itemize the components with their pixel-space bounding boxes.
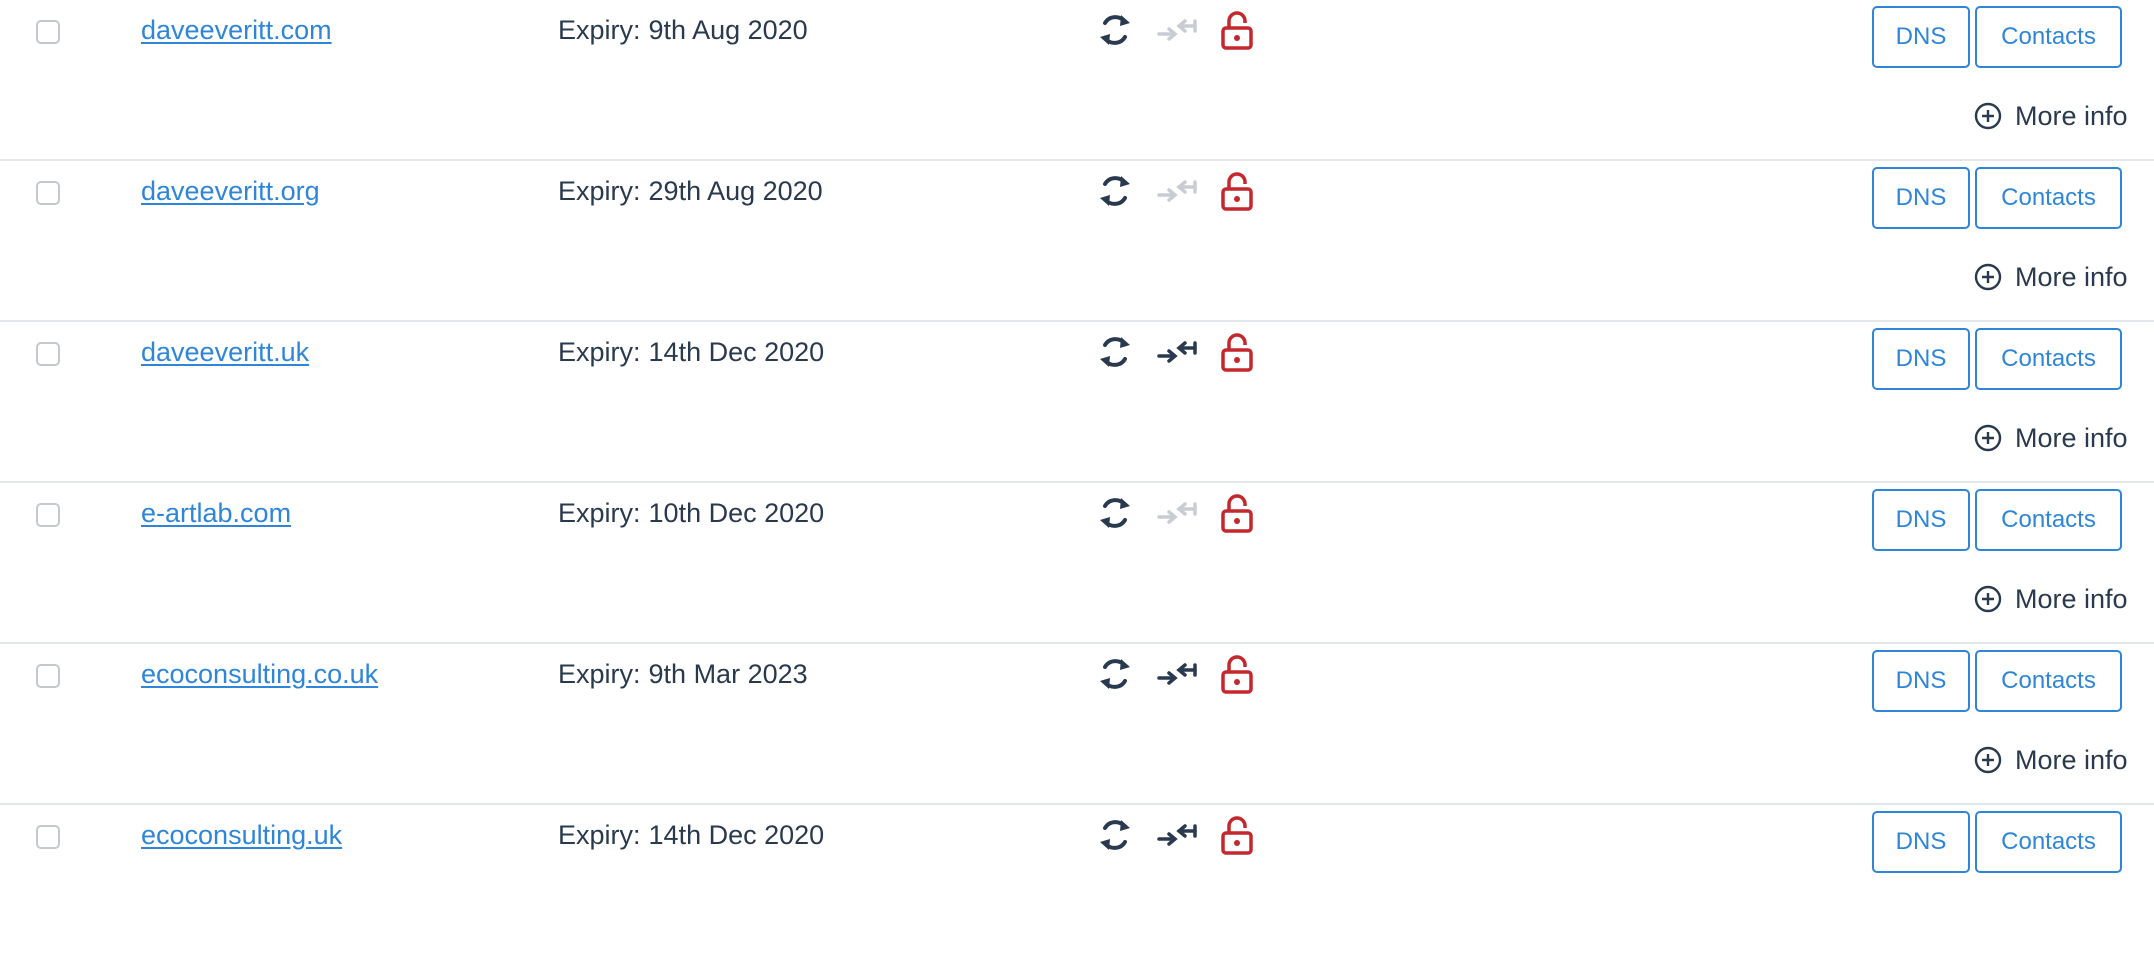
domain-list: daveeveritt.com Expiry: 9th Aug 2020 DNS … bbox=[0, 0, 2154, 966]
expiry-text: Expiry: 29th Aug 2020 bbox=[558, 171, 823, 211]
select-checkbox[interactable] bbox=[36, 342, 60, 366]
domain-link[interactable]: daveeveritt.com bbox=[141, 10, 332, 50]
more-info-link[interactable]: More info bbox=[1974, 740, 2128, 780]
contacts-button[interactable]: Contacts bbox=[1975, 328, 2122, 390]
more-info-link[interactable]: More info bbox=[1974, 418, 2128, 458]
plus-circle-icon bbox=[1974, 746, 2002, 774]
refresh-icon[interactable] bbox=[1094, 331, 1136, 373]
plus-circle-icon bbox=[1974, 263, 2002, 291]
refresh-icon[interactable] bbox=[1094, 653, 1136, 695]
expiry-date: 14th Dec 2020 bbox=[648, 337, 825, 367]
padlock-icon[interactable] bbox=[1216, 492, 1258, 534]
contacts-button[interactable]: Contacts bbox=[1975, 489, 2122, 551]
select-checkbox[interactable] bbox=[36, 664, 60, 688]
expiry-label: Expiry: bbox=[558, 498, 641, 528]
domain-link[interactable]: daveeveritt.org bbox=[141, 171, 320, 211]
padlock-icon[interactable] bbox=[1216, 170, 1258, 212]
expiry-text: Expiry: 14th Dec 2020 bbox=[558, 332, 824, 372]
dns-button[interactable]: DNS bbox=[1872, 811, 1970, 873]
dns-button[interactable]: DNS bbox=[1872, 328, 1970, 390]
domain-link[interactable]: e-artlab.com bbox=[141, 493, 291, 533]
transfer-arrows-icon bbox=[1156, 9, 1198, 51]
more-info-label: More info bbox=[2015, 744, 2128, 775]
plus-circle-icon bbox=[1974, 102, 2002, 130]
select-checkbox[interactable] bbox=[36, 825, 60, 849]
plus-circle-icon bbox=[1974, 585, 2002, 613]
more-info-label: More info bbox=[2015, 583, 2128, 614]
plus-circle-icon bbox=[1974, 424, 2002, 452]
expiry-label: Expiry: bbox=[558, 659, 641, 689]
transfer-arrows-icon[interactable] bbox=[1156, 331, 1198, 373]
transfer-arrows-icon[interactable] bbox=[1156, 653, 1198, 695]
refresh-icon[interactable] bbox=[1094, 170, 1136, 212]
dns-button[interactable]: DNS bbox=[1872, 489, 1970, 551]
more-info-link[interactable]: More info bbox=[1974, 579, 2128, 619]
expiry-label: Expiry: bbox=[558, 820, 641, 850]
expiry-text: Expiry: 14th Dec 2020 bbox=[558, 815, 824, 855]
select-checkbox[interactable] bbox=[36, 503, 60, 527]
contacts-button[interactable]: Contacts bbox=[1975, 167, 2122, 229]
domain-link[interactable]: ecoconsulting.uk bbox=[141, 815, 342, 855]
domain-row: daveeveritt.uk Expiry: 14th Dec 2020 DNS … bbox=[0, 322, 2154, 483]
more-info-label: More info bbox=[2015, 100, 2128, 131]
domain-row: e-artlab.com Expiry: 10th Dec 2020 DNS Co… bbox=[0, 483, 2154, 644]
contacts-button[interactable]: Contacts bbox=[1975, 650, 2122, 712]
expiry-date: 10th Dec 2020 bbox=[648, 498, 825, 528]
expiry-text: Expiry: 10th Dec 2020 bbox=[558, 493, 824, 533]
more-info-label: More info bbox=[2015, 261, 2128, 292]
transfer-arrows-icon bbox=[1156, 170, 1198, 212]
expiry-date: 9th Mar 2023 bbox=[648, 659, 808, 689]
contacts-button[interactable]: Contacts bbox=[1975, 811, 2122, 873]
expiry-date: 9th Aug 2020 bbox=[648, 15, 808, 45]
select-checkbox[interactable] bbox=[36, 20, 60, 44]
domain-row: ecoconsulting.co.uk Expiry: 9th Mar 2023 … bbox=[0, 644, 2154, 805]
refresh-icon[interactable] bbox=[1094, 814, 1136, 856]
domain-row: daveeveritt.com Expiry: 9th Aug 2020 DNS … bbox=[0, 0, 2154, 161]
expiry-label: Expiry: bbox=[558, 176, 641, 206]
expiry-label: Expiry: bbox=[558, 337, 641, 367]
padlock-icon[interactable] bbox=[1216, 814, 1258, 856]
dns-button[interactable]: DNS bbox=[1872, 167, 1970, 229]
expiry-text: Expiry: 9th Mar 2023 bbox=[558, 654, 808, 694]
expiry-date: 29th Aug 2020 bbox=[648, 176, 823, 206]
expiry-label: Expiry: bbox=[558, 15, 641, 45]
domain-link[interactable]: daveeveritt.uk bbox=[141, 332, 309, 372]
padlock-icon[interactable] bbox=[1216, 653, 1258, 695]
domain-link[interactable]: ecoconsulting.co.uk bbox=[141, 654, 378, 694]
refresh-icon[interactable] bbox=[1094, 492, 1136, 534]
expiry-text: Expiry: 9th Aug 2020 bbox=[558, 10, 808, 50]
dns-button[interactable]: DNS bbox=[1872, 650, 1970, 712]
more-info-link[interactable]: More info bbox=[1974, 96, 2128, 136]
refresh-icon[interactable] bbox=[1094, 9, 1136, 51]
contacts-button[interactable]: Contacts bbox=[1975, 6, 2122, 68]
expiry-date: 14th Dec 2020 bbox=[648, 820, 825, 850]
domain-row: daveeveritt.org Expiry: 29th Aug 2020 DNS… bbox=[0, 161, 2154, 322]
more-info-link[interactable]: More info bbox=[1974, 257, 2128, 297]
transfer-arrows-icon bbox=[1156, 492, 1198, 534]
padlock-icon[interactable] bbox=[1216, 9, 1258, 51]
select-checkbox[interactable] bbox=[36, 181, 60, 205]
transfer-arrows-icon[interactable] bbox=[1156, 814, 1198, 856]
more-info-label: More info bbox=[2015, 422, 2128, 453]
dns-button[interactable]: DNS bbox=[1872, 6, 1970, 68]
padlock-icon[interactable] bbox=[1216, 331, 1258, 373]
